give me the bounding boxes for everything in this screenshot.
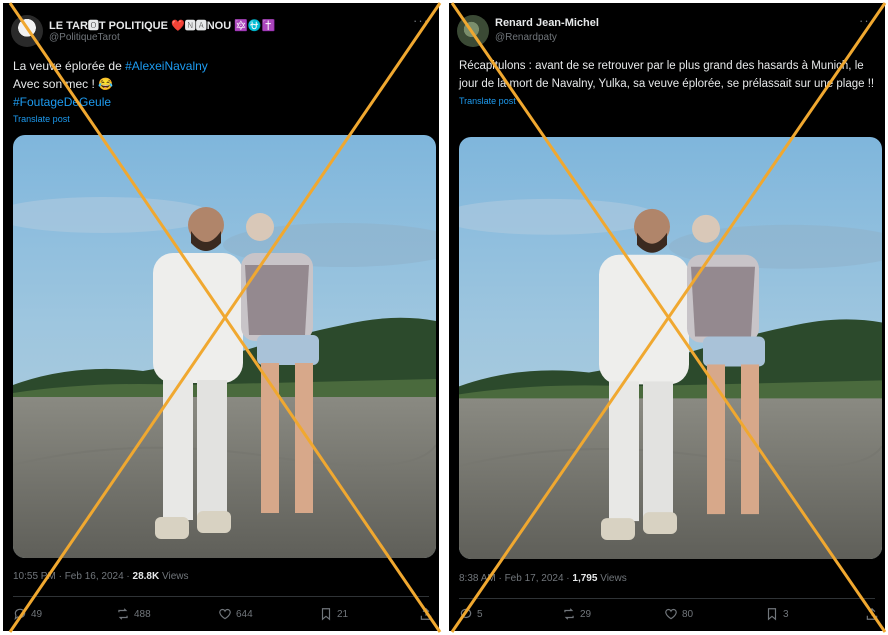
tweet-text-line: Récapitulons : avant de se retrouver par…	[459, 60, 875, 90]
divider	[459, 598, 875, 599]
divider	[13, 596, 429, 597]
share-icon	[420, 607, 432, 620]
translate-post-link[interactable]: Translate post	[459, 95, 879, 107]
bookmark-icon	[321, 608, 331, 621]
author-handle[interactable]: @PolitiqueTarot	[49, 32, 120, 43]
tweet-text: Récapitulons : avant de se retrouver par…	[459, 57, 879, 107]
repost-icon	[564, 608, 574, 620]
like-button[interactable]: 80	[664, 607, 693, 621]
like-count: 644	[236, 608, 253, 620]
avatar[interactable]	[11, 15, 43, 47]
tweet-metadata: 10:55 PM · Feb 16, 2024 · 28.8K Views	[13, 571, 188, 582]
heart-icon	[219, 608, 231, 620]
tweet-photo[interactable]	[459, 137, 882, 559]
more-options-icon[interactable]: ···	[859, 13, 875, 28]
author-handle[interactable]: @Renardpaty	[495, 32, 557, 43]
tweet-text: La veuve éplorée de #AlexeiNavalny Avec …	[13, 57, 433, 125]
hashtag-link[interactable]: #AlexeiNavalny	[125, 59, 208, 73]
avatar[interactable]	[457, 15, 489, 47]
views-label: Views	[159, 571, 189, 582]
timestamp[interactable]: 10:55 PM · Feb 16, 2024 ·	[13, 571, 133, 582]
author-name[interactable]: LE TAR🅾T POLITIQUE ❤️🅽🅰NOU 🔯⛎✝️	[49, 17, 275, 33]
bookmark-button[interactable]: 3	[765, 607, 789, 621]
views-count: 1,795	[572, 573, 598, 584]
bookmark-icon	[767, 608, 777, 621]
repost-button[interactable]: 29	[562, 607, 591, 621]
tweet-actions: 5 29 80 3	[459, 607, 879, 625]
reply-count: 5	[477, 608, 483, 620]
hashtag-link[interactable]: #FoutageDeGeule	[13, 93, 433, 111]
like-button[interactable]: 644	[218, 607, 253, 621]
tweet-actions: 49 488 644 21	[13, 607, 433, 625]
bookmark-button[interactable]: 21	[319, 607, 348, 621]
share-button[interactable]	[419, 607, 433, 621]
reply-icon	[460, 608, 472, 621]
tweet-panel-right: Renard Jean-Michel @Renardpaty ··· Récap…	[449, 3, 885, 631]
repost-count: 29	[580, 608, 592, 620]
tweet-text-line: Avec son mec ! 😂	[13, 77, 114, 91]
more-options-icon[interactable]: ···	[413, 13, 429, 28]
author-name[interactable]: Renard Jean-Michel	[495, 17, 599, 29]
tweet-text-prefix: La veuve éplorée de	[13, 59, 126, 73]
tweet-metadata: 8:38 AM · Feb 17, 2024 · 1,795 Views	[459, 573, 627, 584]
reply-button[interactable]: 5	[459, 607, 483, 621]
share-button[interactable]	[865, 607, 879, 621]
timestamp[interactable]: 8:38 AM · Feb 17, 2024 ·	[459, 573, 572, 584]
share-icon	[866, 607, 878, 620]
tweet-photo[interactable]	[13, 135, 436, 558]
repost-icon	[118, 608, 128, 620]
reply-button[interactable]: 49	[13, 607, 42, 621]
translate-post-link[interactable]: Translate post	[13, 113, 433, 125]
bookmark-count: 21	[337, 608, 349, 620]
repost-button[interactable]: 488	[116, 607, 151, 621]
bookmark-count: 3	[783, 608, 789, 620]
like-count: 80	[682, 608, 694, 620]
views-label: Views	[597, 573, 627, 584]
views-count: 28.8K	[132, 571, 160, 582]
tweet-panel-left: LE TAR🅾T POLITIQUE ❤️🅽🅰NOU 🔯⛎✝️ @Politiq…	[3, 3, 439, 631]
reply-icon	[14, 608, 26, 621]
heart-icon	[665, 608, 677, 620]
reply-count: 49	[31, 608, 43, 620]
repost-count: 488	[134, 608, 151, 620]
